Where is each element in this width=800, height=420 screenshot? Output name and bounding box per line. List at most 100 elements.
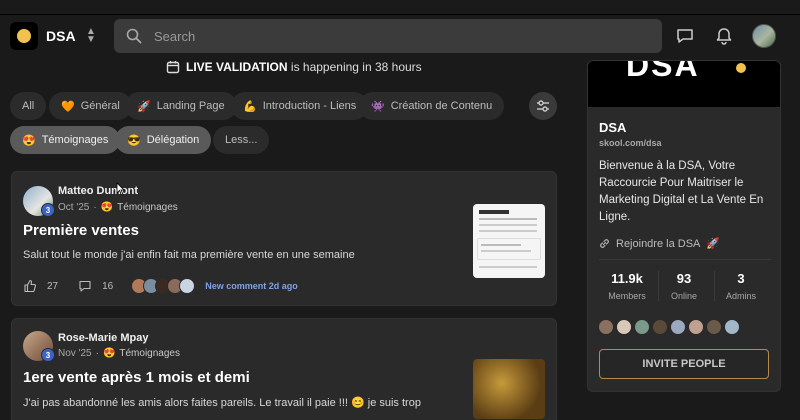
chip-introduction-liens[interactable]: 💪 Introduction - Liens bbox=[231, 92, 369, 120]
stat-online[interactable]: 93 Online bbox=[656, 271, 712, 301]
category-emoji: 😍 bbox=[100, 202, 114, 213]
chip-label: All bbox=[22, 100, 35, 112]
post-title[interactable]: Première ventes bbox=[23, 222, 139, 239]
post-thumbnail[interactable] bbox=[473, 204, 545, 278]
thumb-line bbox=[481, 244, 521, 246]
stat-label: Admins bbox=[725, 291, 756, 301]
post-thumbnail[interactable] bbox=[473, 359, 545, 419]
member-avatar[interactable] bbox=[670, 319, 686, 335]
post-date: Oct '25 bbox=[58, 202, 90, 213]
calendar-icon bbox=[166, 61, 180, 74]
category-emoji: 😍 bbox=[102, 348, 116, 359]
member-avatar[interactable] bbox=[616, 319, 632, 335]
post-meta: Oct '25 · 😍 Témoignages bbox=[58, 202, 178, 213]
search-input[interactable] bbox=[154, 28, 634, 44]
mouse-cursor-icon bbox=[116, 182, 125, 196]
chip-creation-contenu[interactable]: 👾 Création de Contenu bbox=[359, 92, 505, 120]
new-comment-link[interactable]: New comment 2d ago bbox=[205, 281, 298, 291]
chip-emoji: 🧡 bbox=[61, 100, 75, 113]
thumb-line bbox=[479, 266, 537, 268]
member-avatar[interactable] bbox=[598, 319, 614, 335]
stat-value: 93 bbox=[676, 271, 692, 286]
chip-emoji: 💪 bbox=[243, 100, 257, 113]
post-card[interactable]: 3 Matteo Dumont Oct '25 · 😍 Témoignages P… bbox=[11, 171, 557, 306]
post-actions: 27 16 New comment 2d ago bbox=[23, 278, 298, 294]
comment-count: 16 bbox=[102, 280, 114, 292]
community-description: Bienvenue à la DSA, Votre Raccourcie Pou… bbox=[599, 160, 764, 223]
meta-separator: · bbox=[93, 202, 97, 213]
like-count: 27 bbox=[47, 280, 59, 292]
chip-emoji: 👾 bbox=[371, 100, 385, 113]
level-badge: 3 bbox=[41, 348, 55, 362]
stat-members[interactable]: 11.9k Members bbox=[599, 271, 655, 301]
member-avatar[interactable] bbox=[634, 319, 650, 335]
live-title: LIVE VALIDATION bbox=[186, 60, 288, 74]
commenter-avatar[interactable] bbox=[179, 278, 196, 294]
chevron-updown-icon[interactable]: ▲ ▼ bbox=[84, 27, 98, 45]
chip-label: Création de Contenu bbox=[390, 100, 493, 112]
post-category[interactable]: Témoignages bbox=[117, 202, 178, 213]
live-banner[interactable]: LIVE VALIDATION is happening in 38 hours bbox=[166, 60, 422, 74]
chip-emoji: 🚀 bbox=[137, 100, 151, 113]
thumb-line bbox=[479, 218, 537, 220]
filter-button[interactable] bbox=[529, 92, 557, 120]
chip-label: Landing Page bbox=[156, 100, 225, 112]
link-icon bbox=[600, 239, 609, 248]
thumb-line bbox=[479, 224, 537, 226]
member-avatars bbox=[598, 319, 740, 335]
post-card[interactable]: 3 Rose-Marie Mpay Nov '25 · 😍 Témoignages… bbox=[11, 318, 557, 420]
brand-switcher[interactable]: DSA bbox=[10, 22, 76, 50]
chip-less[interactable]: Less... bbox=[213, 126, 270, 154]
logo-dot-icon bbox=[17, 29, 31, 43]
post-title[interactable]: 1ere vente après 1 mois et demi bbox=[23, 369, 250, 386]
post-category[interactable]: Témoignages bbox=[119, 348, 180, 359]
community-url[interactable]: skool.com/dsa bbox=[599, 138, 662, 148]
member-avatar[interactable] bbox=[706, 319, 722, 335]
chip-emoji: 😍 bbox=[22, 134, 36, 147]
community-logo bbox=[10, 22, 38, 50]
invite-people-button[interactable]: INVITE PEOPLE bbox=[599, 349, 769, 379]
thumb-line bbox=[479, 230, 537, 232]
like-icon[interactable] bbox=[23, 279, 37, 293]
stats-divider bbox=[599, 259, 771, 260]
chat-icon[interactable] bbox=[675, 26, 695, 46]
chip-landing-page[interactable]: 🚀 Landing Page bbox=[125, 92, 237, 120]
stat-value: 3 bbox=[737, 271, 745, 286]
thumb-box bbox=[477, 238, 541, 260]
filter-icon bbox=[537, 100, 549, 112]
chip-delegation[interactable]: 😎 Délégation bbox=[115, 126, 212, 154]
comment-icon[interactable] bbox=[78, 279, 92, 293]
post-body: Salut tout le monde j'ai enfin fait ma p… bbox=[23, 249, 355, 261]
chip-label: Introduction - Liens bbox=[262, 100, 357, 112]
join-emoji: 🚀 bbox=[706, 238, 721, 250]
member-avatar[interactable] bbox=[688, 319, 704, 335]
chip-label: Délégation bbox=[146, 134, 200, 146]
stat-label: Online bbox=[670, 291, 697, 301]
stat-admins[interactable]: 3 Admins bbox=[713, 271, 769, 301]
live-countdown: is happening in 38 hours bbox=[290, 60, 422, 74]
post-author[interactable]: Matteo Dumont bbox=[58, 185, 138, 197]
chip-emoji: 😎 bbox=[127, 134, 141, 147]
chip-all[interactable]: All bbox=[10, 92, 47, 120]
post-body: J'ai pas abandonné les amis alors faites… bbox=[23, 397, 421, 409]
post-date: Nov '25 bbox=[58, 348, 92, 359]
user-avatar[interactable] bbox=[752, 24, 776, 48]
join-link[interactable]: Rejoindre la DSA 🚀 bbox=[599, 237, 720, 250]
member-avatar[interactable] bbox=[724, 319, 740, 335]
chip-label: Less... bbox=[225, 134, 258, 146]
chip-temoignages[interactable]: 😍 Témoignages bbox=[10, 126, 121, 154]
commenter-avatars bbox=[131, 278, 196, 294]
community-cover: DSA bbox=[588, 61, 780, 107]
thumb-line bbox=[481, 250, 531, 252]
chip-label: Témoignages bbox=[41, 134, 109, 146]
post-meta: Nov '25 · 😍 Témoignages bbox=[58, 348, 180, 359]
chip-general[interactable]: 🧡 Général bbox=[49, 92, 132, 120]
search-icon bbox=[126, 28, 142, 44]
post-author[interactable]: Rose-Marie Mpay bbox=[58, 332, 148, 344]
community-name: DSA bbox=[46, 28, 76, 44]
member-avatar[interactable] bbox=[652, 319, 668, 335]
thumb-heading bbox=[479, 210, 509, 214]
cover-dot-icon bbox=[736, 63, 746, 73]
bell-icon[interactable] bbox=[714, 26, 734, 46]
search-bar[interactable] bbox=[114, 19, 662, 53]
